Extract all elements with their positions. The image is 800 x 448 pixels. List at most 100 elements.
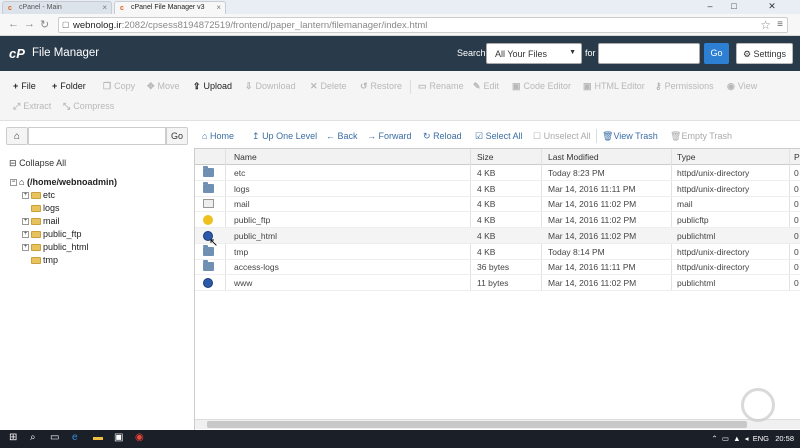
permissions-cell: 0: [794, 277, 799, 288]
tab-close-icon[interactable]: ×: [102, 3, 107, 12]
browser-tab-file-manager[interactable]: c cPanel File Manager v3 ×: [114, 1, 226, 14]
checkbox-checked-icon: ☑: [475, 131, 484, 141]
copy-button[interactable]: ❐ Copy: [103, 81, 135, 92]
permissions-cell: 0: [794, 262, 799, 273]
delete-x-icon: ✕: [310, 81, 318, 91]
clock[interactable]: 20:58: [775, 434, 794, 443]
collapse-minus-icon: ⊟: [9, 158, 17, 168]
horizontal-scrollbar[interactable]: [195, 419, 800, 429]
tab-close-icon[interactable]: ×: [216, 3, 221, 12]
empty-trash-label: Empty Trash: [681, 131, 732, 141]
battery-icon[interactable]: ▭: [722, 434, 729, 443]
close-window-icon[interactable]: ✕: [746, 0, 798, 14]
maximize-icon[interactable]: □: [722, 0, 746, 14]
table-row[interactable]: logs 4 KB Mar 14, 2016 11:11 PM httpd/unix-…: [195, 181, 800, 197]
view-button[interactable]: ◉ View: [727, 81, 757, 92]
upload-label: Upload: [203, 81, 233, 91]
html-editor-button[interactable]: ▣ HTML Editor: [583, 81, 645, 92]
search-scope-select[interactable]: All Your Files ▼: [486, 43, 582, 64]
rename-button[interactable]: ▭ Rename: [418, 81, 464, 92]
forward-arrow-icon[interactable]: →: [24, 18, 35, 30]
edge-browser-icon[interactable]: e: [72, 432, 78, 443]
minimize-icon[interactable]: –: [698, 0, 722, 14]
expand-plus-icon[interactable]: +: [22, 244, 29, 252]
bookmark-star-icon[interactable]: ☆: [760, 18, 771, 32]
expand-plus-icon[interactable]: +: [22, 192, 29, 200]
windows-start-icon[interactable]: ⊞: [9, 432, 17, 443]
expand-plus-icon[interactable]: +: [22, 231, 29, 239]
home-icon: ⌂: [202, 131, 208, 141]
scrollbar-thumb[interactable]: [207, 421, 747, 428]
chrome-icon[interactable]: ◉: [135, 432, 144, 443]
language-indicator[interactable]: ENG: [753, 434, 769, 443]
column-header-size[interactable]: Size: [477, 152, 494, 162]
tree-item-public-html[interactable]: + public_html: [22, 242, 89, 252]
compress-button[interactable]: ⤡ Compress: [63, 101, 114, 112]
task-view-icon[interactable]: ▭: [50, 432, 59, 443]
view-trash-button[interactable]: 🗑View Trash: [602, 131, 658, 142]
path-input[interactable]: [28, 127, 166, 145]
up-one-level-button[interactable]: ↥ Up One Level: [252, 131, 317, 142]
table-row[interactable]: public_ftp 4 KB Mar 14, 2016 11:02 PM publi…: [195, 212, 800, 229]
upload-button[interactable]: ⇪ Upload: [193, 81, 232, 92]
file-name-cell: public_ftp: [234, 215, 271, 226]
search-input[interactable]: [598, 43, 700, 64]
permissions-button[interactable]: ⚷ Permissions: [655, 81, 714, 92]
move-button[interactable]: ✥ Move: [147, 81, 180, 92]
extract-button[interactable]: ⤢ Extract: [13, 101, 51, 112]
column-header-name[interactable]: Name: [234, 152, 257, 162]
search-icon[interactable]: ⌕: [30, 432, 36, 443]
tree-item-tmp[interactable]: tmp: [31, 255, 58, 265]
volume-icon[interactable]: ◂: [745, 434, 749, 443]
table-row[interactable]: etc 4 KB Today 8:23 PM httpd/unix-directory…: [195, 165, 800, 181]
cpanel-logo[interactable]: cP: [9, 46, 25, 61]
code-editor-button[interactable]: ▣ Code Editor: [512, 81, 571, 92]
url-field[interactable]: ▢ webnolog.ir:2082/cpsess8194872519/fron…: [58, 17, 788, 33]
tree-item-logs[interactable]: logs: [31, 203, 60, 213]
collapse-all-button[interactable]: ⊟ Collapse All: [9, 158, 66, 169]
tree-item-mail[interactable]: + mail: [22, 216, 60, 226]
table-row[interactable]: tmp 4 KB Today 8:14 PM httpd/unix-directory…: [195, 244, 800, 260]
edit-button[interactable]: ✎ Edit: [473, 81, 499, 92]
html-editor-icon: ▣: [583, 81, 592, 91]
column-header-permissions[interactable]: P: [794, 152, 800, 162]
home-dir-button[interactable]: ⌂: [6, 127, 28, 145]
reload-icon[interactable]: ↻: [40, 18, 49, 31]
browser-tab-cpanel-main[interactable]: c cPanel - Main ×: [2, 1, 112, 14]
empty-trash-button[interactable]: 🗑Empty Trash: [670, 131, 732, 142]
pencil-icon: ✎: [473, 81, 481, 91]
new-folder-button[interactable]: + Folder: [52, 81, 86, 91]
unselect-all-button[interactable]: ☐ Unselect All: [533, 131, 591, 142]
collapse-minus-icon[interactable]: −: [10, 179, 17, 187]
table-row[interactable]: access-logs 36 bytes Mar 14, 2016 11:11 PM…: [195, 259, 800, 276]
column-header-type[interactable]: Type: [677, 152, 695, 162]
notification-caret-icon[interactable]: ⌃: [711, 434, 717, 443]
reload-button[interactable]: ↻ Reload: [423, 131, 462, 142]
settings-button[interactable]: ⚙ Settings: [736, 43, 793, 64]
back-button[interactable]: ← Back: [326, 131, 358, 141]
select-all-button[interactable]: ☑ Select All: [475, 131, 523, 142]
column-header-last-modified[interactable]: Last Modified: [548, 152, 599, 162]
new-file-button[interactable]: + File: [13, 81, 36, 91]
store-icon[interactable]: ▣: [114, 432, 123, 443]
tree-root[interactable]: − ⌂ (/home/webnoadmin): [10, 177, 117, 187]
download-button[interactable]: ⇩ Download: [245, 81, 296, 92]
restore-button[interactable]: ↺ Restore: [360, 81, 402, 92]
delete-button[interactable]: ✕ Delete: [310, 81, 347, 92]
back-arrow-icon[interactable]: ←: [8, 18, 19, 30]
forward-button[interactable]: → Forward: [367, 131, 412, 141]
network-icon[interactable]: ▲: [733, 434, 740, 443]
tree-item-public-ftp[interactable]: + public_ftp: [22, 229, 82, 239]
table-row[interactable]: www 11 bytes Mar 14, 2016 11:02 PM publicht…: [195, 275, 800, 291]
path-go-button[interactable]: Go: [166, 127, 188, 145]
url-host: webnolog.ir: [73, 20, 122, 31]
expand-plus-icon[interactable]: +: [22, 218, 29, 226]
last-modified-cell: Mar 14, 2016 11:11 PM: [548, 183, 636, 194]
file-explorer-icon[interactable]: ▬: [93, 432, 103, 443]
home-nav-button[interactable]: ⌂ Home: [202, 131, 234, 141]
tree-item-etc[interactable]: + etc: [22, 190, 55, 200]
table-row[interactable]: mail 4 KB Mar 14, 2016 11:02 PM mail 0: [195, 196, 800, 213]
table-row[interactable]: public_html 4 KB Mar 14, 2016 11:02 PM publ…: [195, 227, 800, 244]
browser-menu-icon[interactable]: ≡: [777, 19, 783, 30]
search-go-button[interactable]: Go: [704, 43, 729, 64]
